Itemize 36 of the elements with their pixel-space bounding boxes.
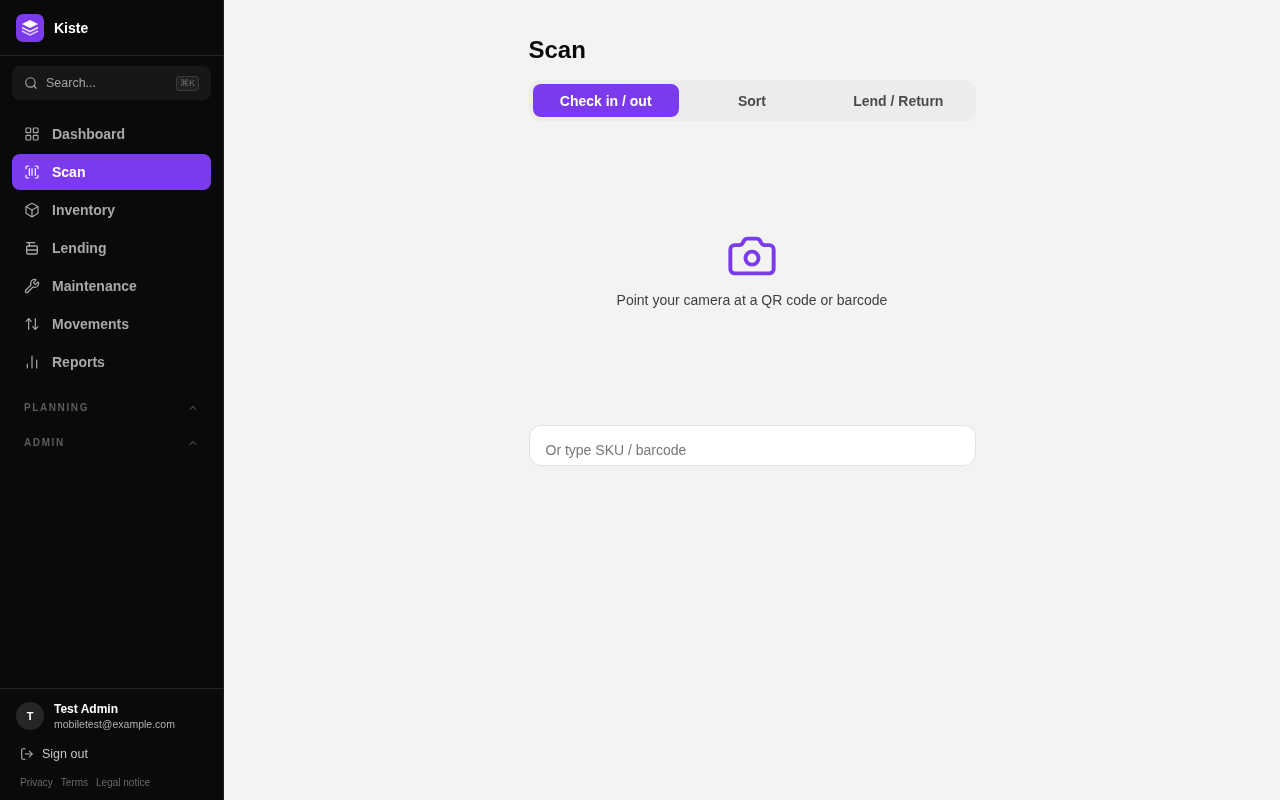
tab[interactable]: Sort [678, 84, 826, 117]
footer-link[interactable]: Legal notice [96, 777, 150, 788]
nav-item[interactable]: Inventory [12, 192, 211, 228]
layers-logo-icon [16, 13, 44, 42]
nav-item[interactable]: Movements [12, 306, 211, 342]
nav-item[interactable]: Lending [12, 230, 211, 266]
search-icon [24, 76, 38, 90]
shortcut-key: ⌘K [176, 75, 199, 91]
scan-icon [24, 164, 40, 180]
footer-link[interactable]: Terms [60, 777, 89, 788]
user-avatar: T [16, 702, 44, 730]
sign-out-icon [20, 747, 34, 761]
up-down-arrows-icon [24, 316, 40, 332]
tray-icon [24, 240, 40, 256]
user-email: mobiletest@example.com [54, 718, 175, 730]
page-title: Scan [528, 36, 587, 64]
search-field[interactable]: Search... ⌘K [12, 66, 211, 100]
footer-link[interactable]: Privacy [20, 777, 53, 788]
grid-icon [24, 126, 40, 142]
bar-chart-icon [24, 354, 40, 370]
nav-item[interactable]: Maintenance [12, 268, 211, 304]
nav-item[interactable]: Reports [12, 344, 211, 380]
section-heading: PLANNING [24, 402, 90, 413]
brand-name: Kiste [54, 19, 89, 36]
search-placeholder: Search... [46, 76, 98, 90]
scan-prompt: Point your camera at a QR code or barcode [616, 292, 888, 308]
user-name: Test Admin [54, 702, 119, 716]
sign-out-link[interactable]: Sign out [16, 747, 88, 761]
tab[interactable]: Check in / out [532, 84, 679, 117]
tab[interactable]: Lend / Return [825, 84, 972, 117]
cube-icon [24, 202, 40, 218]
section-heading: ADMIN [24, 437, 65, 448]
nav-item[interactable]: Dashboard [12, 116, 211, 152]
wrench-icon [24, 278, 40, 294]
sku-input-field[interactable]: Or type SKU / barcode [528, 425, 976, 466]
nav-item[interactable]: Scan [12, 154, 211, 190]
